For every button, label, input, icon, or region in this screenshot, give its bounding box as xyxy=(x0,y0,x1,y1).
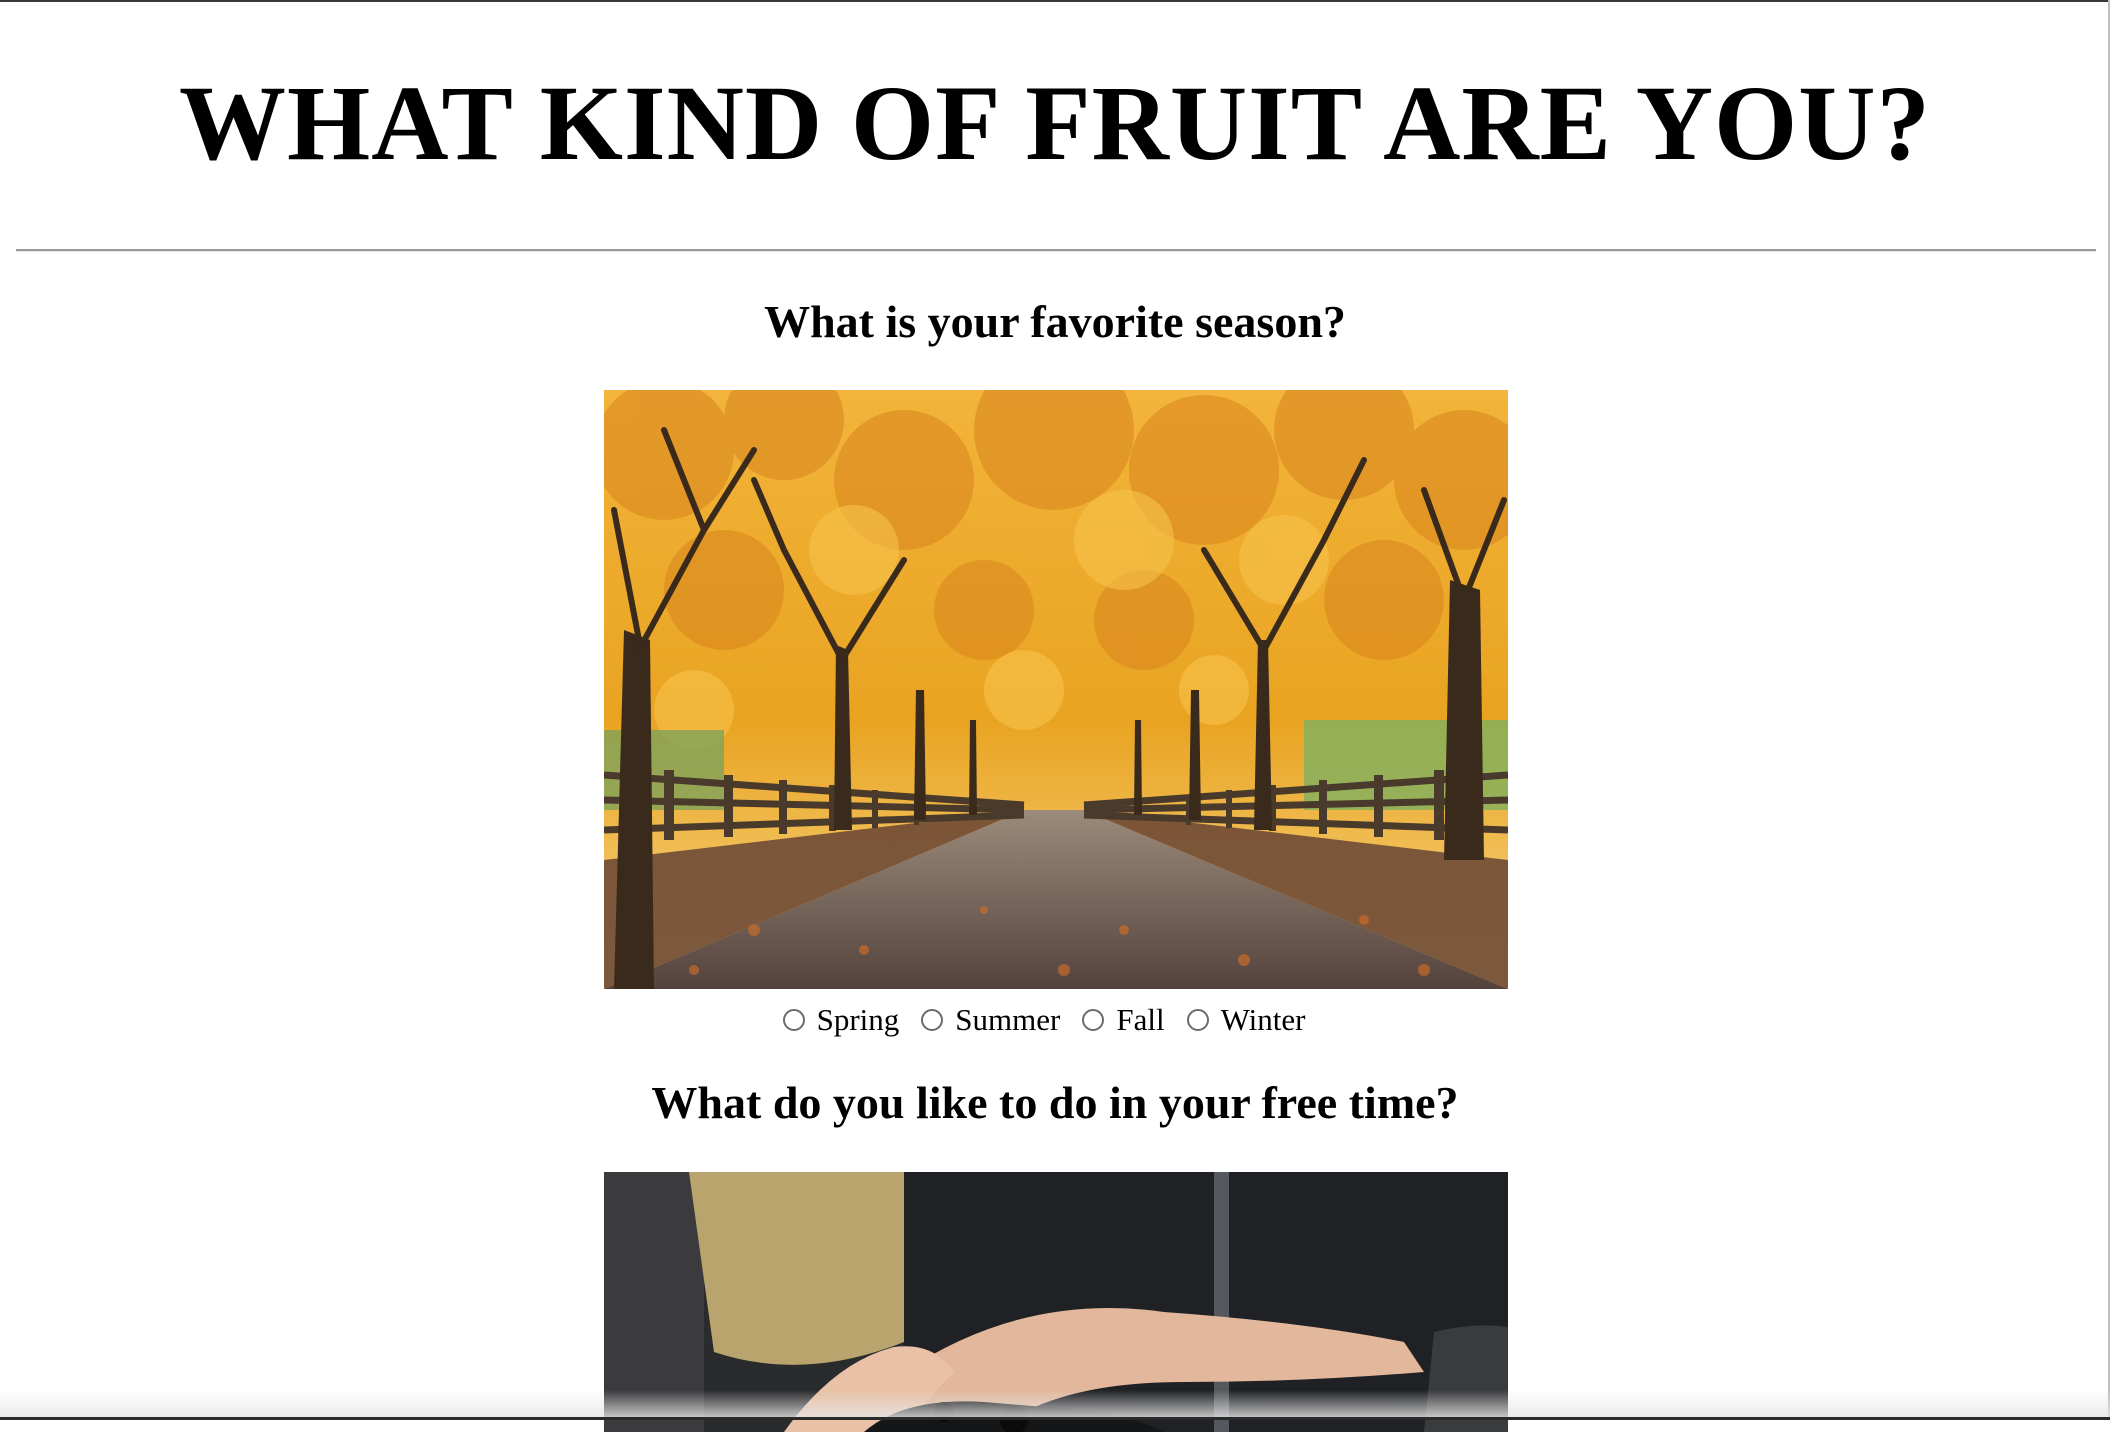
option-summer[interactable]: Summer xyxy=(921,1002,1082,1038)
question-1-heading: What is your favorite season? xyxy=(764,296,1346,347)
spring-label: Spring xyxy=(816,1002,900,1037)
option-winter[interactable]: Winter xyxy=(1186,1002,1328,1038)
autumn-road-photo xyxy=(604,390,1508,989)
spring-radio[interactable] xyxy=(782,1009,805,1031)
option-fall[interactable]: Fall xyxy=(1082,1002,1186,1038)
horizontal-divider xyxy=(16,249,2096,252)
winter-label: Winter xyxy=(1220,1002,1306,1037)
window-bottom-shadow xyxy=(0,1390,2110,1420)
season-options: Spring Summer Fall Winter xyxy=(0,998,2110,1042)
page-title: WHAT KIND OF FRUIT ARE YOU? xyxy=(178,65,1932,183)
option-spring[interactable]: Spring xyxy=(782,1002,922,1038)
fall-radio[interactable] xyxy=(1082,1009,1105,1031)
winter-radio[interactable] xyxy=(1186,1009,1209,1031)
summer-label: Summer xyxy=(955,1002,1061,1037)
summer-radio[interactable] xyxy=(921,1009,944,1031)
window-top-border xyxy=(0,0,2110,2)
question-2-heading: What do you like to do in your free time… xyxy=(651,1077,1459,1128)
fall-label: Fall xyxy=(1116,1002,1165,1037)
